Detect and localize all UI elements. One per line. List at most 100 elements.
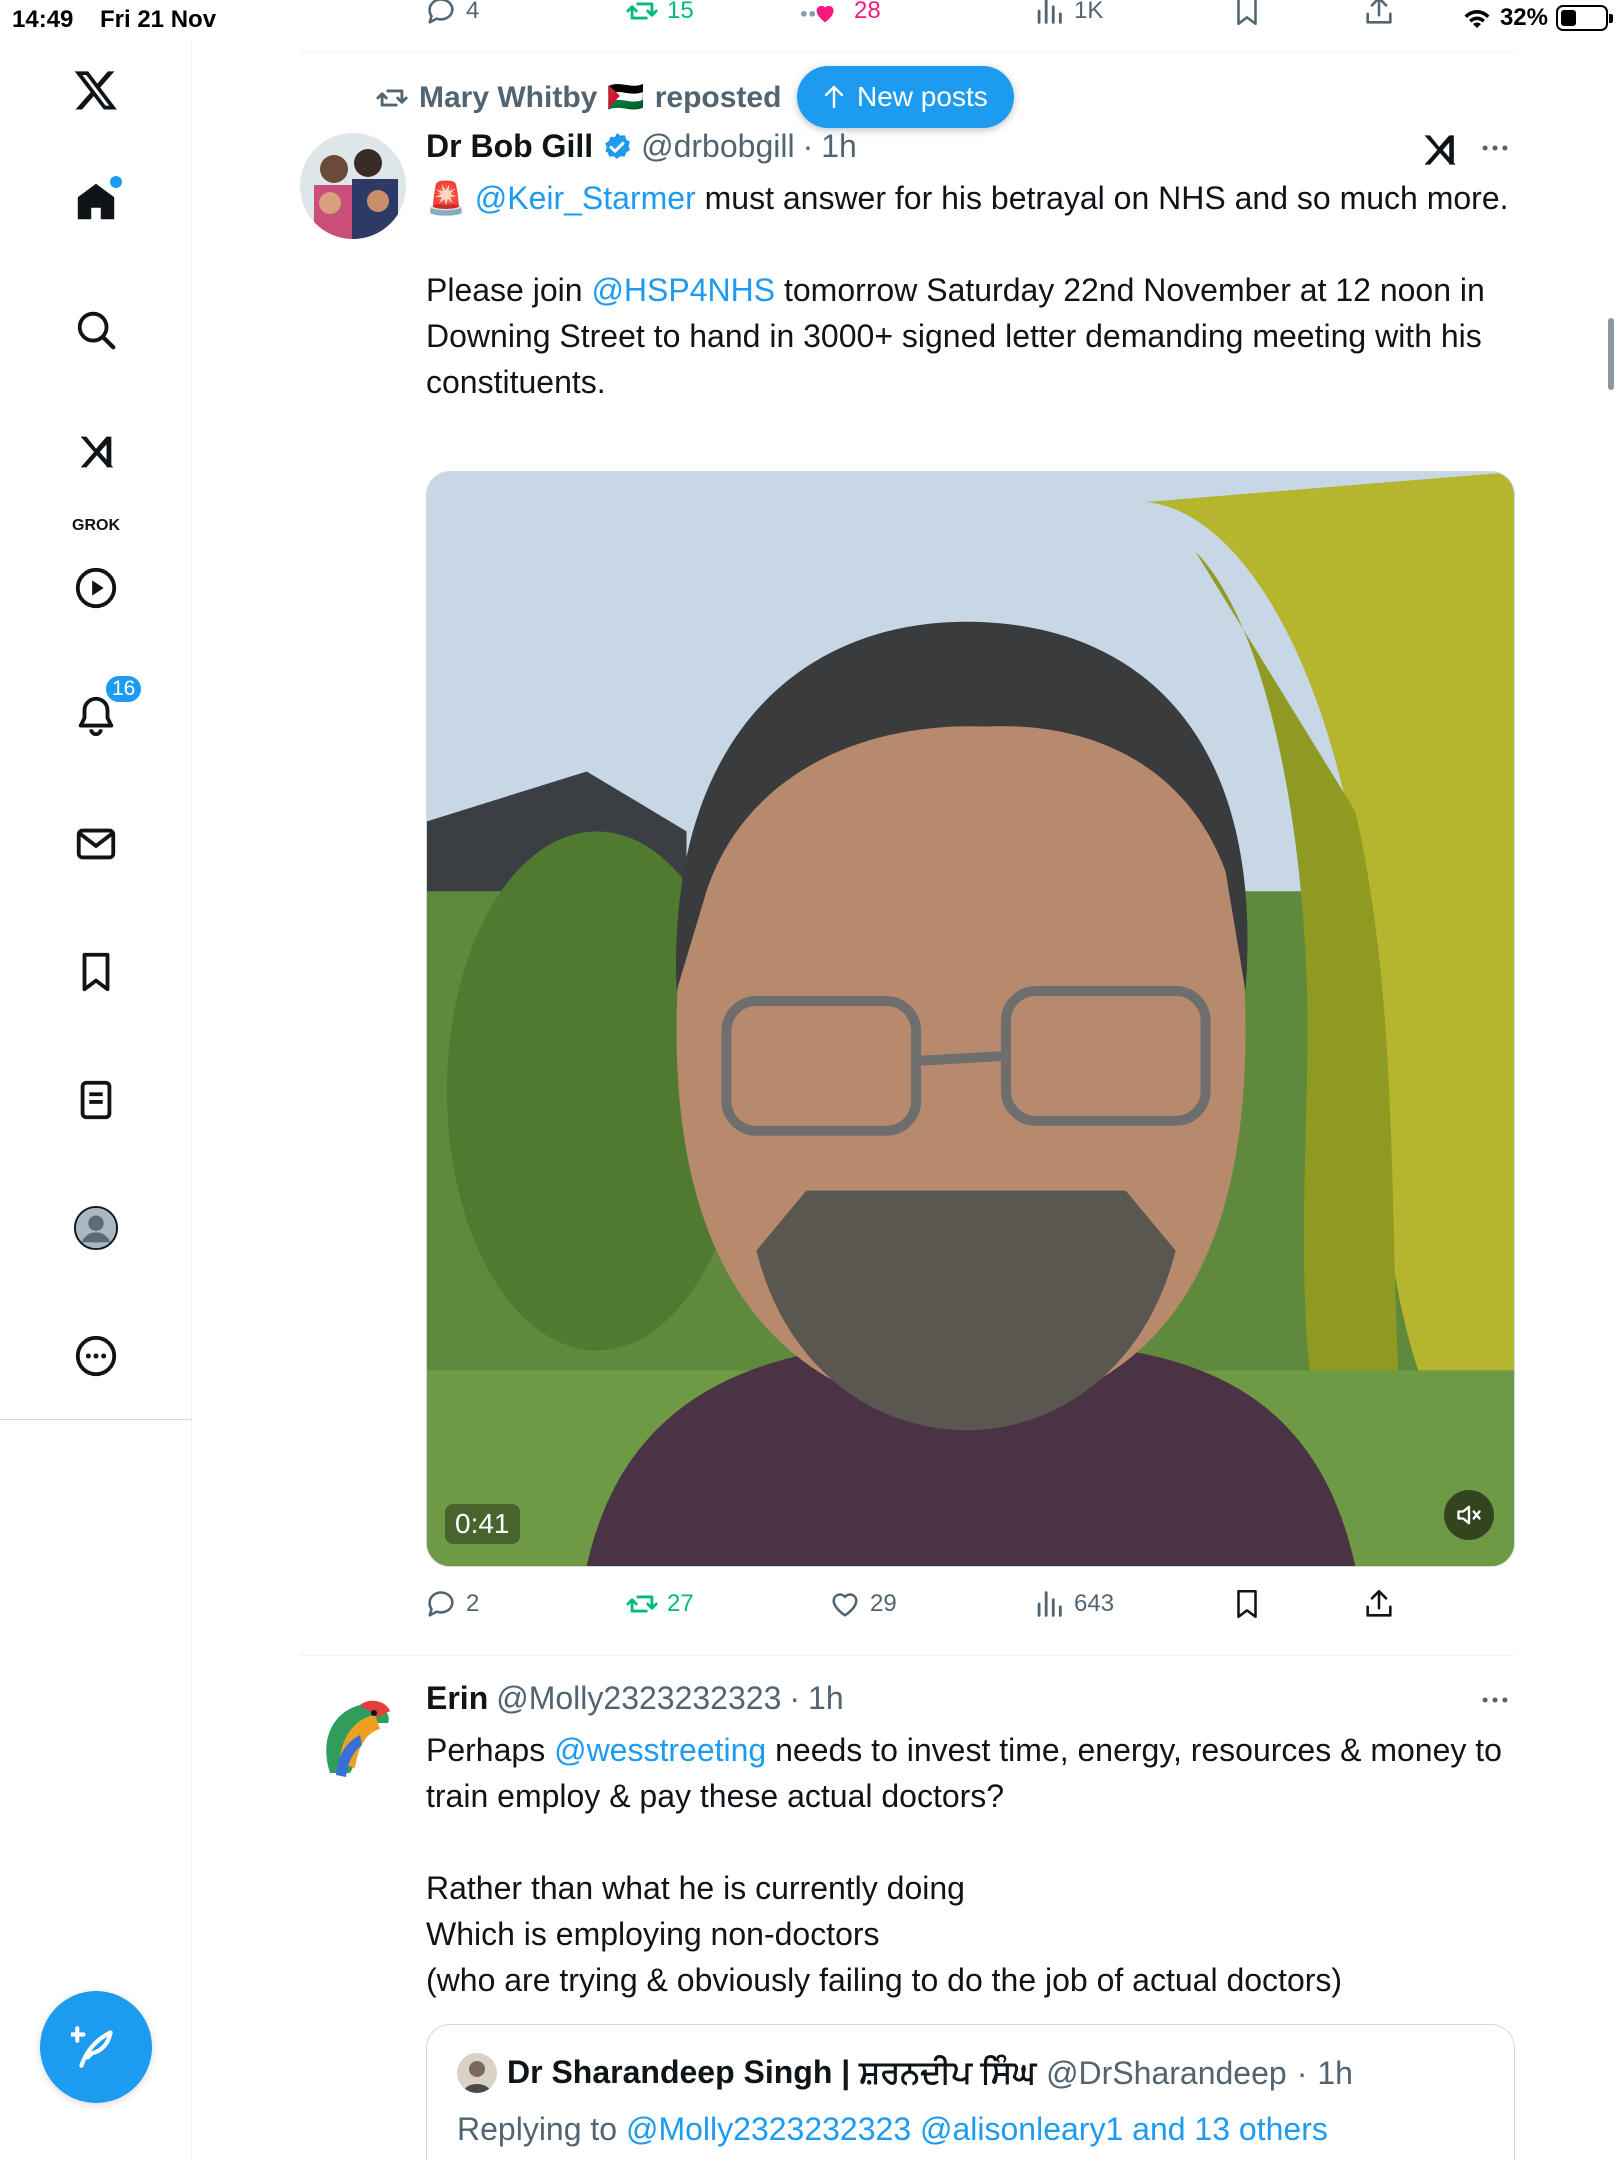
reply-icon <box>428 0 454 24</box>
reply-line-3: (who are trying & obviously failing to d… <box>426 1962 1343 1998</box>
quoted-post-time: 1h <box>1317 2054 1353 2091</box>
prev-like-count: 28 <box>854 0 881 24</box>
grok-label: GROK <box>72 517 120 534</box>
video-thumbnail <box>427 472 1514 1566</box>
repost-user-flag: 🇵🇸 <box>607 81 645 114</box>
post-time[interactable]: 1h <box>821 128 857 165</box>
bookmark-icon <box>1237 0 1257 26</box>
repost-label: reposted <box>654 80 782 114</box>
prev-post-action-bar: 4 15 28 1K <box>300 0 1515 44</box>
arrow-up-icon <box>824 85 844 109</box>
bookmark-button[interactable] <box>1230 1587 1264 1621</box>
reply-line-2: Which is employing non-doctors <box>426 1916 880 1952</box>
author-avatar[interactable] <box>300 133 406 239</box>
views-chart-icon <box>1037 1591 1062 1617</box>
video-play-icon[interactable] <box>66 558 126 618</box>
views-count: 643 <box>1074 1590 1115 1617</box>
repost-context[interactable]: Mary Whitby 🇵🇸 reposted <box>375 80 781 115</box>
video-duration: 0:41 <box>445 1504 520 1544</box>
dot-separator: · <box>1296 2054 1308 2091</box>
post-more-button[interactable] <box>1475 128 1515 168</box>
reply-author-handle[interactable]: @Molly2323232323 <box>496 1680 781 1717</box>
reply-post-text: Perhaps @wesstreeting needs to invest ti… <box>426 1727 1516 2003</box>
grok-icon[interactable] <box>66 422 126 482</box>
prev-share-button[interactable] <box>1362 0 1396 28</box>
dot-separator: · <box>802 128 814 164</box>
mention-hsp4nhs[interactable]: @HSP4NHS <box>591 272 775 308</box>
author-name[interactable]: Dr Bob Gill <box>426 128 593 165</box>
heart-icon <box>832 1593 858 1617</box>
views-button[interactable]: 643 <box>1032 1587 1114 1621</box>
bookmark-icon <box>1237 1589 1257 1619</box>
compose-post-button[interactable] <box>40 1991 152 2103</box>
share-icon <box>1366 0 1392 24</box>
post-separator <box>300 1655 1515 1656</box>
repost-count: 27 <box>667 1590 694 1617</box>
quoted-post[interactable]: Dr Sharandeep Singh | ਸ਼ਰਨਦੀਪ ਸਿੰਘ @DrSh… <box>426 2024 1515 2160</box>
messages-envelope-icon[interactable] <box>66 814 126 874</box>
reply-author-name[interactable]: Erin <box>426 1680 488 1717</box>
repost-icon <box>626 2 658 20</box>
prev-reply-button[interactable]: 4 <box>424 0 479 28</box>
new-posts-label: New posts <box>857 81 988 112</box>
grok-explain-icon[interactable] <box>1419 128 1463 172</box>
notification-count-badge: 16 <box>104 674 144 704</box>
page-scrollbar[interactable] <box>1608 318 1614 390</box>
reply-button[interactable]: 2 <box>424 1587 479 1621</box>
prev-repost-button[interactable]: 15 <box>625 0 694 28</box>
reply-icon <box>428 1591 454 1617</box>
mention-keir-starmer[interactable]: @Keir_Starmer <box>475 180 696 216</box>
replying-to-targets[interactable]: @Molly2323232323 @alisonleary1 and 13 ot… <box>626 2111 1328 2147</box>
mute-toggle-button[interactable] <box>1444 1490 1494 1540</box>
reply-more-button[interactable] <box>1475 1680 1515 1720</box>
like-button[interactable]: 29 <box>828 1587 897 1621</box>
more-horizontal-icon <box>1482 1697 1508 1703</box>
home-unread-dot <box>110 176 122 188</box>
status-date: Fri 21 Nov <box>100 6 217 33</box>
post-header: Dr Bob Gill @drbobgill · 1h <box>426 128 857 165</box>
compose-feather-icon <box>71 2026 113 2068</box>
prev-reply-count: 4 <box>466 0 480 24</box>
speaker-muted-icon <box>1457 1505 1481 1525</box>
prev-repost-count: 15 <box>667 0 694 24</box>
battery-fill <box>1561 10 1577 26</box>
sidebar: GROK 16 <box>0 38 192 2160</box>
repost-button[interactable]: 27 <box>625 1587 694 1621</box>
lists-icon[interactable] <box>66 1070 126 1130</box>
repost-icon <box>626 1595 658 1613</box>
post-line2-prefix: Please join <box>426 272 592 308</box>
prev-views-count: 1K <box>1074 0 1104 24</box>
quoted-author-handle: @DrSharandeep <box>1046 2054 1287 2091</box>
prev-views-button[interactable]: 1K <box>1032 0 1103 28</box>
replying-to-label: Replying to <box>457 2111 626 2147</box>
post-action-bar: 2 27 29 643 <box>300 1587 1515 1637</box>
post-paragraph-1: 🚨 @Keir_Starmer must answer for his betr… <box>426 175 1516 221</box>
reply-line-1: Rather than what he is currently doing <box>426 1870 965 1906</box>
new-posts-button[interactable]: New posts <box>797 66 1014 128</box>
search-icon[interactable] <box>66 300 126 360</box>
more-horizontal-icon <box>1482 145 1508 151</box>
post-separator <box>300 52 1515 53</box>
notifications-bell-icon[interactable]: 16 <box>66 674 144 746</box>
x-logo-icon[interactable] <box>66 60 126 120</box>
share-button[interactable] <box>1362 1587 1396 1621</box>
repost-icon <box>376 89 408 107</box>
post-line1-text: must answer for his betrayal on NHS and … <box>695 180 1509 216</box>
profile-avatar-icon[interactable] <box>66 1198 126 1258</box>
reply-post-time[interactable]: 1h <box>808 1680 844 1717</box>
reply-post-header: Erin @Molly2323232323 · 1h <box>426 1680 844 1717</box>
author-handle[interactable]: @drbobgill <box>641 128 794 165</box>
bookmarks-icon[interactable] <box>66 942 126 1002</box>
more-options-icon[interactable] <box>66 1326 126 1386</box>
prev-like-button[interactable]: 28 <box>790 0 881 28</box>
post-text: 🚨 @Keir_Starmer must answer for his betr… <box>426 175 1516 405</box>
reply-paragraph-1: Perhaps @wesstreeting needs to invest ti… <box>426 1727 1516 1819</box>
reply-author-avatar[interactable] <box>300 1683 406 1789</box>
views-chart-icon <box>1037 0 1062 24</box>
home-icon[interactable] <box>66 172 126 232</box>
reply-count: 2 <box>466 1590 480 1617</box>
mention-wesstreeting[interactable]: @wesstreeting <box>554 1732 766 1768</box>
prev-bookmark-button[interactable] <box>1230 0 1264 28</box>
post-video[interactable]: 0:41 <box>426 471 1515 1567</box>
siren-emoji: 🚨 <box>426 180 466 216</box>
